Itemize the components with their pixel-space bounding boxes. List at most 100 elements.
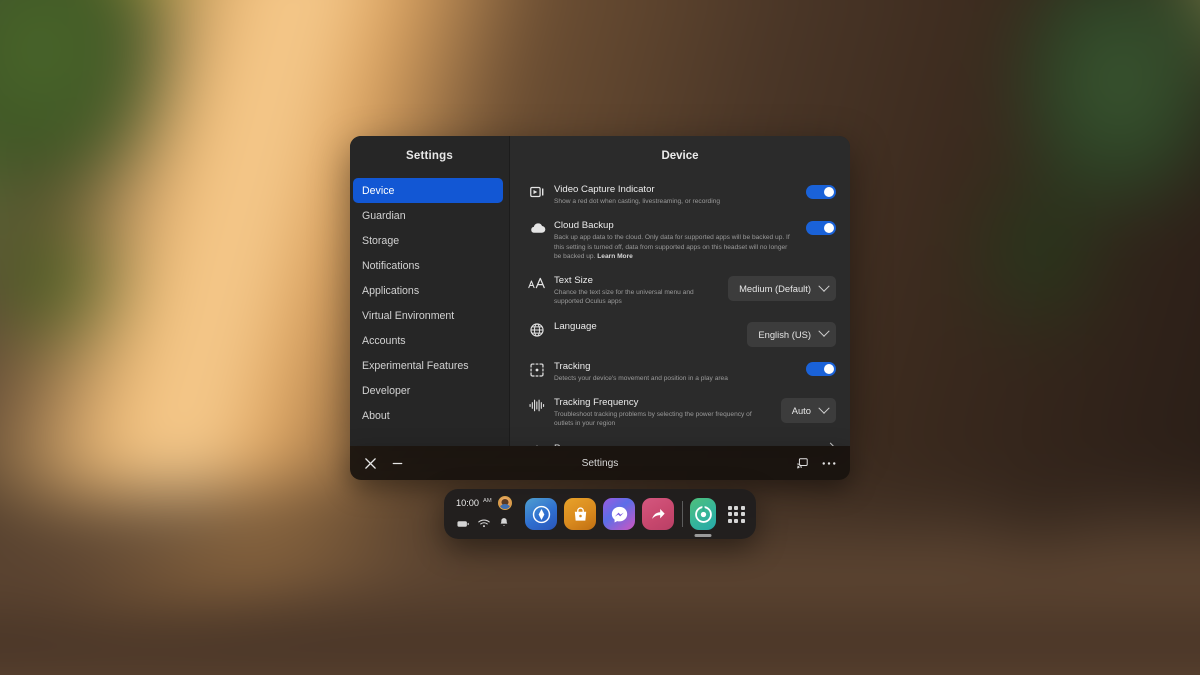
cast-icon[interactable] (796, 457, 809, 470)
window-bar-left-controls (364, 457, 404, 470)
minimize-icon[interactable] (391, 457, 404, 470)
dock-app-settings[interactable] (690, 498, 717, 537)
setting-row-subtitle: Show a red dot when casting, livestreami… (554, 197, 796, 206)
setting-row-title: Tracking Frequency (554, 397, 639, 409)
sidebar-item-device[interactable]: Device (353, 178, 503, 203)
setting-row-subtitle: Detects your device's movement and posit… (554, 374, 796, 383)
sidebar-item-label: Experimental Features (362, 359, 469, 372)
setting-row-tracking-frequency[interactable]: Tracking Frequency Troubleshoot tracking … (520, 389, 836, 435)
grid-dot (740, 505, 745, 510)
chevron-down-icon (818, 402, 830, 414)
setting-row-control (806, 183, 836, 199)
setting-row-cloud-backup[interactable]: Cloud Backup Back up app data to the clou… (520, 212, 836, 267)
setting-row-text: Tracking Frequency Troubleshoot tracking … (554, 396, 781, 429)
avatar[interactable] (497, 495, 512, 510)
dropdown-value: Auto (791, 405, 811, 417)
dropdown-text-size[interactable]: Medium (Default) (728, 276, 836, 302)
settings-sidebar: Settings Device Guardian Storage Notificati… (350, 136, 510, 446)
video-camera-icon (520, 183, 554, 198)
sidebar-item-accounts[interactable]: Accounts (353, 328, 507, 353)
setting-row-text-size[interactable]: Text Size Chance the text size for the un… (520, 267, 836, 313)
sidebar-item-guardian[interactable]: Guardian (353, 203, 507, 228)
setting-row-power[interactable]: Power (520, 435, 836, 446)
battery-icon (457, 515, 469, 533)
grid-dot (734, 518, 739, 523)
sidebar-item-virtual-environment[interactable]: Virtual Environment (353, 303, 507, 328)
sidebar-item-label: Virtual Environment (362, 309, 455, 322)
dock-clock-row: 10:00 AM (456, 495, 519, 510)
setting-row-video-capture-indicator[interactable]: Video Capture Indicator Show a red dot wh… (520, 176, 836, 212)
dock-app-icons (525, 498, 674, 530)
grid-dot (734, 512, 739, 516)
dock-app-explore[interactable] (525, 498, 557, 530)
setting-row-control (806, 219, 836, 236)
sidebar-nav-list: Device Guardian Storage Notifications Applic… (350, 176, 509, 428)
sidebar-item-experimental-features[interactable]: Experimental Features (353, 353, 507, 378)
cloud-icon (520, 219, 554, 234)
setting-row-subtitle-text: Back up app data to the cloud. Only data… (554, 234, 790, 260)
dock-app-sharing[interactable] (642, 498, 674, 530)
setting-row-title: Text Size (554, 275, 593, 287)
sidebar-item-label: Notifications (362, 259, 420, 272)
setting-row-text: Text Size Chance the text size for the un… (554, 274, 728, 307)
setting-row-title: Tracking (554, 360, 591, 372)
content-title: Device (661, 150, 699, 162)
dock-status-icons (456, 515, 519, 533)
dock-app-messenger[interactable] (603, 498, 635, 530)
dock-active-indicator (694, 534, 712, 537)
bell-icon (499, 515, 509, 533)
close-icon[interactable] (364, 457, 377, 470)
setting-row-subtitle-text: Detects your device's movement and posit… (554, 374, 728, 382)
sidebar-item-label: Accounts (362, 334, 406, 347)
setting-row-text: Tracking Detects your device's movement a… (554, 360, 806, 383)
dropdown-value: English (US) (758, 328, 811, 340)
dock-status-cluster[interactable]: 10:00 AM (453, 495, 519, 533)
setting-row-control: English (US) (747, 320, 836, 347)
learn-more-link[interactable]: Learn More (597, 253, 633, 260)
chevron-down-icon (818, 325, 830, 338)
dropdown-tracking-frequency[interactable]: Auto (780, 398, 836, 424)
clock-time: 10:00 (456, 497, 479, 508)
setting-row-subtitle-text: Chance the text size for the universal m… (554, 289, 694, 306)
setting-row-text: Cloud Backup Back up app data to the clou… (554, 219, 806, 261)
setting-row-control (806, 360, 836, 376)
sidebar-item-label: About (362, 409, 390, 422)
setting-row-language[interactable]: Language English (US) (520, 313, 836, 353)
dock-app-library-button[interactable] (725, 501, 747, 527)
toggle-switch[interactable] (806, 361, 836, 376)
dock-app-store[interactable] (564, 498, 596, 530)
setting-row-tracking[interactable]: Tracking Detects your device's movement a… (520, 353, 836, 389)
sidebar-item-storage[interactable]: Storage (353, 228, 507, 253)
setting-row-subtitle: Back up app data to the cloud. Only data… (554, 233, 796, 261)
toggle-knob (824, 363, 834, 374)
window-bar-title: Settings (581, 457, 619, 469)
grid-dot (727, 518, 732, 523)
system-dock: 10:00 AM (444, 489, 756, 539)
setting-row-subtitle: Troubleshoot tracking problems by select… (554, 410, 771, 429)
chevron-down-icon (818, 280, 830, 292)
sidebar-item-developer[interactable]: Developer (353, 378, 507, 403)
window-bar-right-controls (796, 457, 836, 470)
toggle-knob (824, 223, 834, 234)
grid-dot (727, 512, 732, 516)
toggle-knob (824, 187, 834, 197)
grid-dot (734, 505, 739, 510)
setting-row-control: Medium (Default) (728, 274, 836, 302)
toggle-switch[interactable] (806, 185, 836, 199)
sidebar-item-applications[interactable]: Applications (353, 278, 507, 303)
sidebar-item-label: Device (362, 184, 395, 197)
toggle-switch[interactable] (806, 221, 836, 236)
tracking-icon (520, 360, 554, 377)
setting-row-subtitle: Chance the text size for the universal m… (554, 288, 718, 307)
setting-row-title: Video Capture Indicator (554, 184, 655, 195)
dropdown-value: Medium (Default) (739, 283, 811, 295)
sidebar-item-about[interactable]: About (353, 403, 507, 428)
sidebar-item-label: Developer (362, 384, 411, 397)
sidebar-item-notifications[interactable]: Notifications (353, 253, 507, 278)
sidebar-title: Settings (406, 150, 453, 162)
globe-icon (520, 320, 554, 337)
dropdown-language[interactable]: English (US) (747, 321, 836, 347)
window-chrome-bar: Settings (350, 446, 850, 480)
more-options-icon[interactable] (822, 461, 836, 466)
setting-row-control: Auto (780, 396, 836, 424)
